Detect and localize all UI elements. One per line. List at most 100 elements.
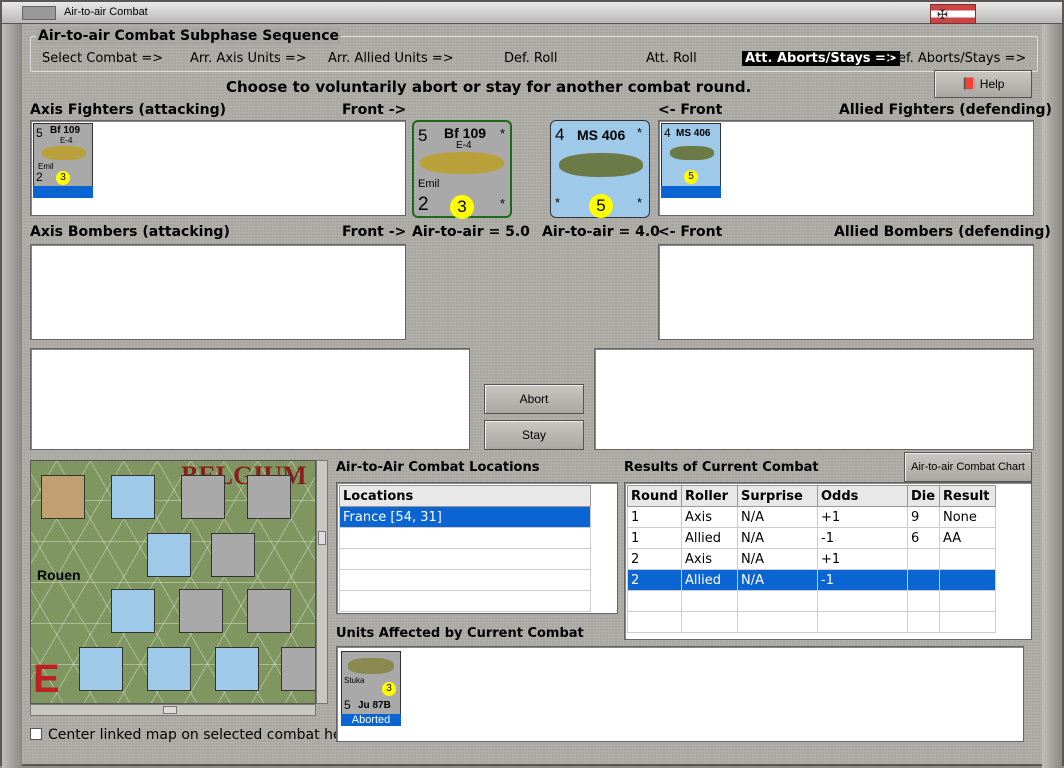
location-cell[interactable]: France [54, 31] [339,506,591,528]
map-horizontal-scrollbar[interactable] [30,704,316,716]
results-cell: 9 [907,506,940,528]
results-cell: AA [939,527,996,549]
results-column-header[interactable]: Round [627,485,682,507]
subphase-step[interactable]: Att. Roll [646,51,697,66]
locations-list[interactable]: Locations France [54, 31] [336,482,618,614]
stay-button[interactable]: Stay [484,420,584,450]
subphase-step[interactable]: Def. Roll [504,51,558,66]
map-place-label: Rouen [37,567,81,583]
locations-header[interactable]: Locations [339,485,591,507]
results-row-empty [627,611,996,633]
subphase-step[interactable]: Arr. Allied Units => [328,51,454,66]
front-right-label-2: Front -> [342,224,407,240]
subphase-step[interactable]: Arr. Axis Units => [190,51,307,66]
axis-bombers-box[interactable] [30,244,406,340]
map-counter[interactable] [211,533,255,577]
prompt-text: Choose to voluntarily abort or stay for … [226,78,752,96]
results-cell: 2 [627,569,682,591]
window-title: Air-to-air Combat [64,6,148,18]
map-letter-mark: E [33,657,60,701]
results-row[interactable]: 1 Axis N/A +1 9 None [627,506,996,528]
allied-ata-value: Air-to-air = 4.0 [542,224,660,240]
selected-bar [33,186,93,198]
allied-bombers-label: Allied Bombers (defending) [834,224,1051,240]
subphase-step[interactable]: Select Combat => [42,51,163,66]
help-button[interactable]: 📕 Help [934,70,1032,98]
location-row-empty [339,548,591,570]
ms406-plane-icon [670,146,714,160]
results-cell [939,569,996,591]
map-counter[interactable] [247,589,291,633]
axis-ata-value: Air-to-air = 5.0 [412,224,530,240]
allied-active-counter[interactable]: 4 MS 406 * * 5 * [550,120,650,218]
map-counter[interactable] [179,589,223,633]
scroll-thumb[interactable] [163,706,177,714]
fighter-plane-icon [42,146,86,160]
results-column-header[interactable]: Result [939,485,996,507]
results-cell: Axis [681,506,738,528]
results-cell [907,569,940,591]
front-left-label-1: <- Front [658,102,723,118]
map-counter[interactable] [111,589,155,633]
book-icon: 📕 [961,77,977,91]
allied-fighter-counter[interactable]: 4 MS 406 5 [661,123,721,198]
results-title: Results of Current Combat [624,460,819,475]
map-counter[interactable] [147,647,191,691]
location-row-empty [339,527,591,549]
subphase-step[interactable]: Att. Aborts/Stays => [742,51,900,66]
linked-map[interactable]: BELGIUM Rouen E [30,460,316,704]
results-cell: Allied [681,569,738,591]
results-cell: Axis [681,548,738,570]
frame-right [1042,24,1062,768]
results-row[interactable]: 2 Axis N/A +1 [627,548,996,570]
results-row[interactable]: 1 Allied N/A -1 6 AA [627,527,996,549]
combat-chart-button[interactable]: Air-to-air Combat Chart [904,452,1032,482]
results-column-header[interactable]: Surprise [737,485,818,507]
results-cell: -1 [817,569,908,591]
results-row-empty [627,590,996,612]
subphase-step[interactable]: Def. Aborts/Stays => [888,51,1026,66]
affected-units-box[interactable]: Stuka 3 5 Ju 87B Aborted [336,646,1024,742]
axis-active-counter[interactable]: 5 Bf 109 E-4 * Emil 2 3 * [412,120,512,219]
results-cell: -1 [817,527,908,549]
locations-title: Air-to-Air Combat Locations [336,460,540,475]
map-counter[interactable] [79,647,123,691]
results-column-header[interactable]: Die [907,485,940,507]
results-row[interactable]: 2 Allied N/A -1 [627,569,996,591]
window-menu-icon[interactable] [22,6,56,20]
results-cell: N/A [737,569,818,591]
results-cell: N/A [737,527,818,549]
results-cell: 1 [627,527,682,549]
map-counter[interactable] [41,475,85,519]
title-bar[interactable]: Air-to-air Combat ✠ [2,2,1062,24]
window: Air-to-air Combat ✠ Air-to-air Combat Su… [0,0,1064,768]
map-counter[interactable] [247,475,291,519]
center-map-checkbox[interactable] [30,728,42,740]
axis-fighters-box[interactable]: 5 Bf 109 E-4 Emil 2 3 [30,120,406,216]
location-row[interactable]: France [54, 31] [339,506,591,528]
subphase-heading: Air-to-air Combat Subphase Sequence [36,28,342,44]
scroll-thumb[interactable] [318,531,326,545]
results-cell: 2 [627,548,682,570]
map-vertical-scrollbar[interactable] [316,460,328,704]
axis-fighter-counter[interactable]: 5 Bf 109 E-4 Emil 2 3 [33,123,93,198]
axis-info-box [30,348,470,450]
location-row-empty [339,569,591,591]
allied-info-box [594,348,1034,450]
map-counter[interactable] [181,475,225,519]
frame-left [2,24,22,768]
abort-button[interactable]: Abort [484,384,584,414]
results-column-header[interactable]: Roller [681,485,738,507]
results-table-box[interactable]: Round Roller Surprise Odds Die Result 1 Axis N/… [624,482,1032,640]
map-counter[interactable] [111,475,155,519]
allied-bombers-box[interactable] [658,244,1034,340]
allied-fighters-box[interactable]: 4 MS 406 5 [658,120,1034,216]
results-column-header[interactable]: Odds [817,485,908,507]
map-counter[interactable] [281,647,315,691]
map-counter[interactable] [215,647,259,691]
aborted-status: Aborted [341,714,401,726]
location-row-empty [339,590,591,612]
center-map-label: Center linked map on selected combat hex [48,727,350,743]
affected-unit-counter[interactable]: Stuka 3 5 Ju 87B Aborted [341,651,401,726]
map-counter[interactable] [147,533,191,577]
